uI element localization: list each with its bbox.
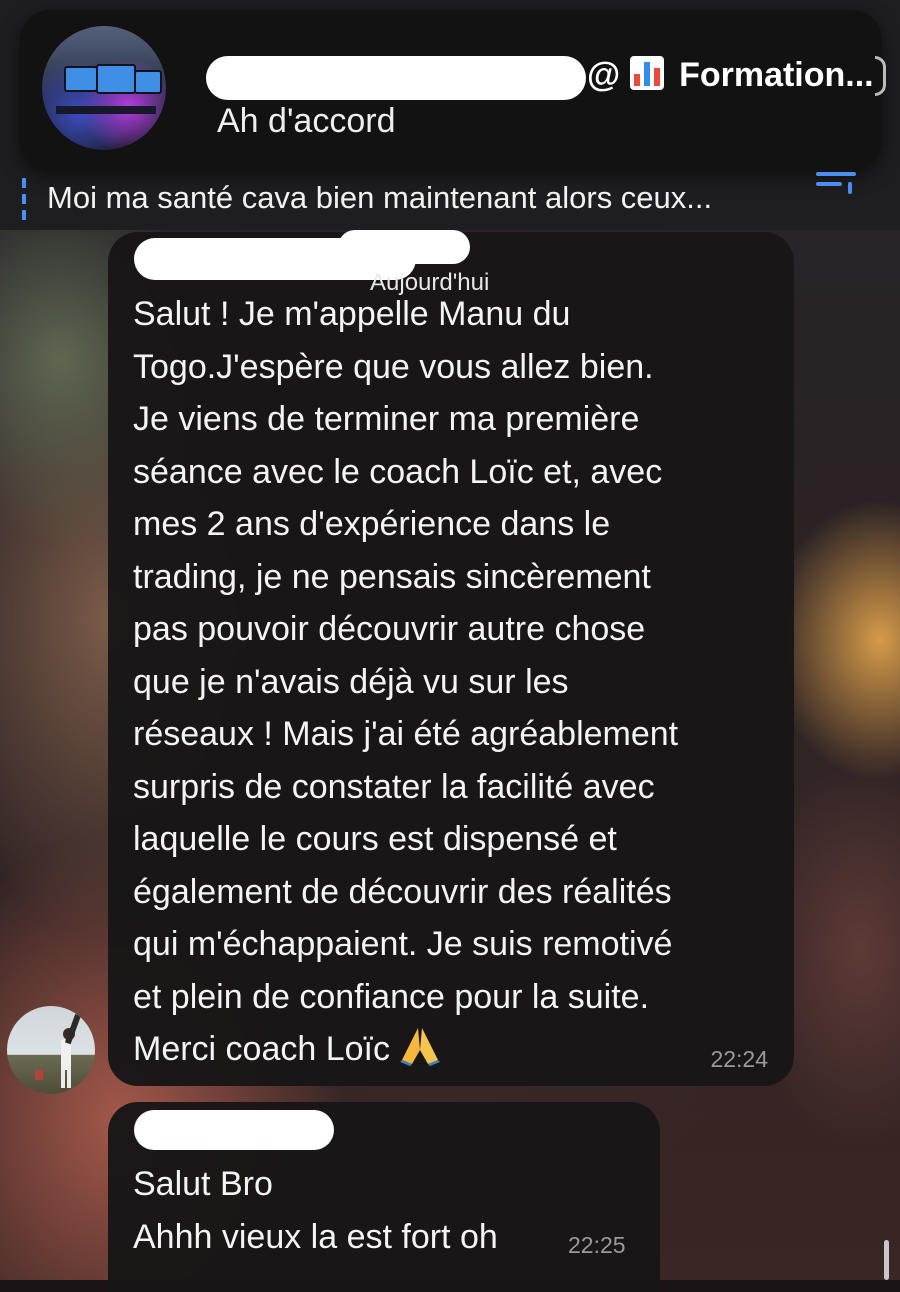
- notification-title-suffix: @: [587, 56, 621, 94]
- message-bubble[interactable]: Salut ! Je m'appelle Manu du Togo.J'espè…: [108, 230, 794, 1086]
- redacted-name: [206, 56, 586, 100]
- pray-emoji-icon: [398, 1026, 442, 1066]
- redacted-sender-name: [134, 1110, 334, 1150]
- sender-avatar[interactable]: [7, 1006, 95, 1094]
- message-time: 22:25: [568, 1232, 626, 1258]
- pinned-message-text: Moi ma santé cava bien maintenant alors …: [47, 180, 713, 215]
- message-text: Salut ! Je m'appelle Manu du Togo.J'espè…: [133, 295, 679, 1068]
- notification-title: @ Formation...: [202, 50, 892, 100]
- notification-avatar: [42, 26, 166, 150]
- date-separator: Aujourd'hui: [370, 269, 490, 296]
- message-bubble[interactable]: Salut Bro Ahhh vieux la est fort oh 22:2…: [108, 1102, 660, 1292]
- notification-banner[interactable]: @ Formation... Ah d'accord: [20, 10, 886, 170]
- top-bar: @ Formation... Ah d'accord Moi ma santé …: [0, 0, 900, 230]
- pinned-message-bar[interactable]: Moi ma santé cava bien maintenant alors …: [0, 170, 900, 230]
- message-time: 22:24: [710, 1046, 768, 1072]
- pinned-indicator: [22, 178, 26, 224]
- person-figure-icon: [35, 1014, 81, 1088]
- pinned-list-icon[interactable]: [816, 172, 864, 194]
- notification-message: Ah d'accord: [217, 102, 396, 140]
- notification-group-name: Formation...: [679, 56, 874, 94]
- bar-chart-emoji-icon: [629, 56, 664, 90]
- scrollbar[interactable]: [884, 1240, 889, 1280]
- profile-outline-icon: [875, 56, 886, 96]
